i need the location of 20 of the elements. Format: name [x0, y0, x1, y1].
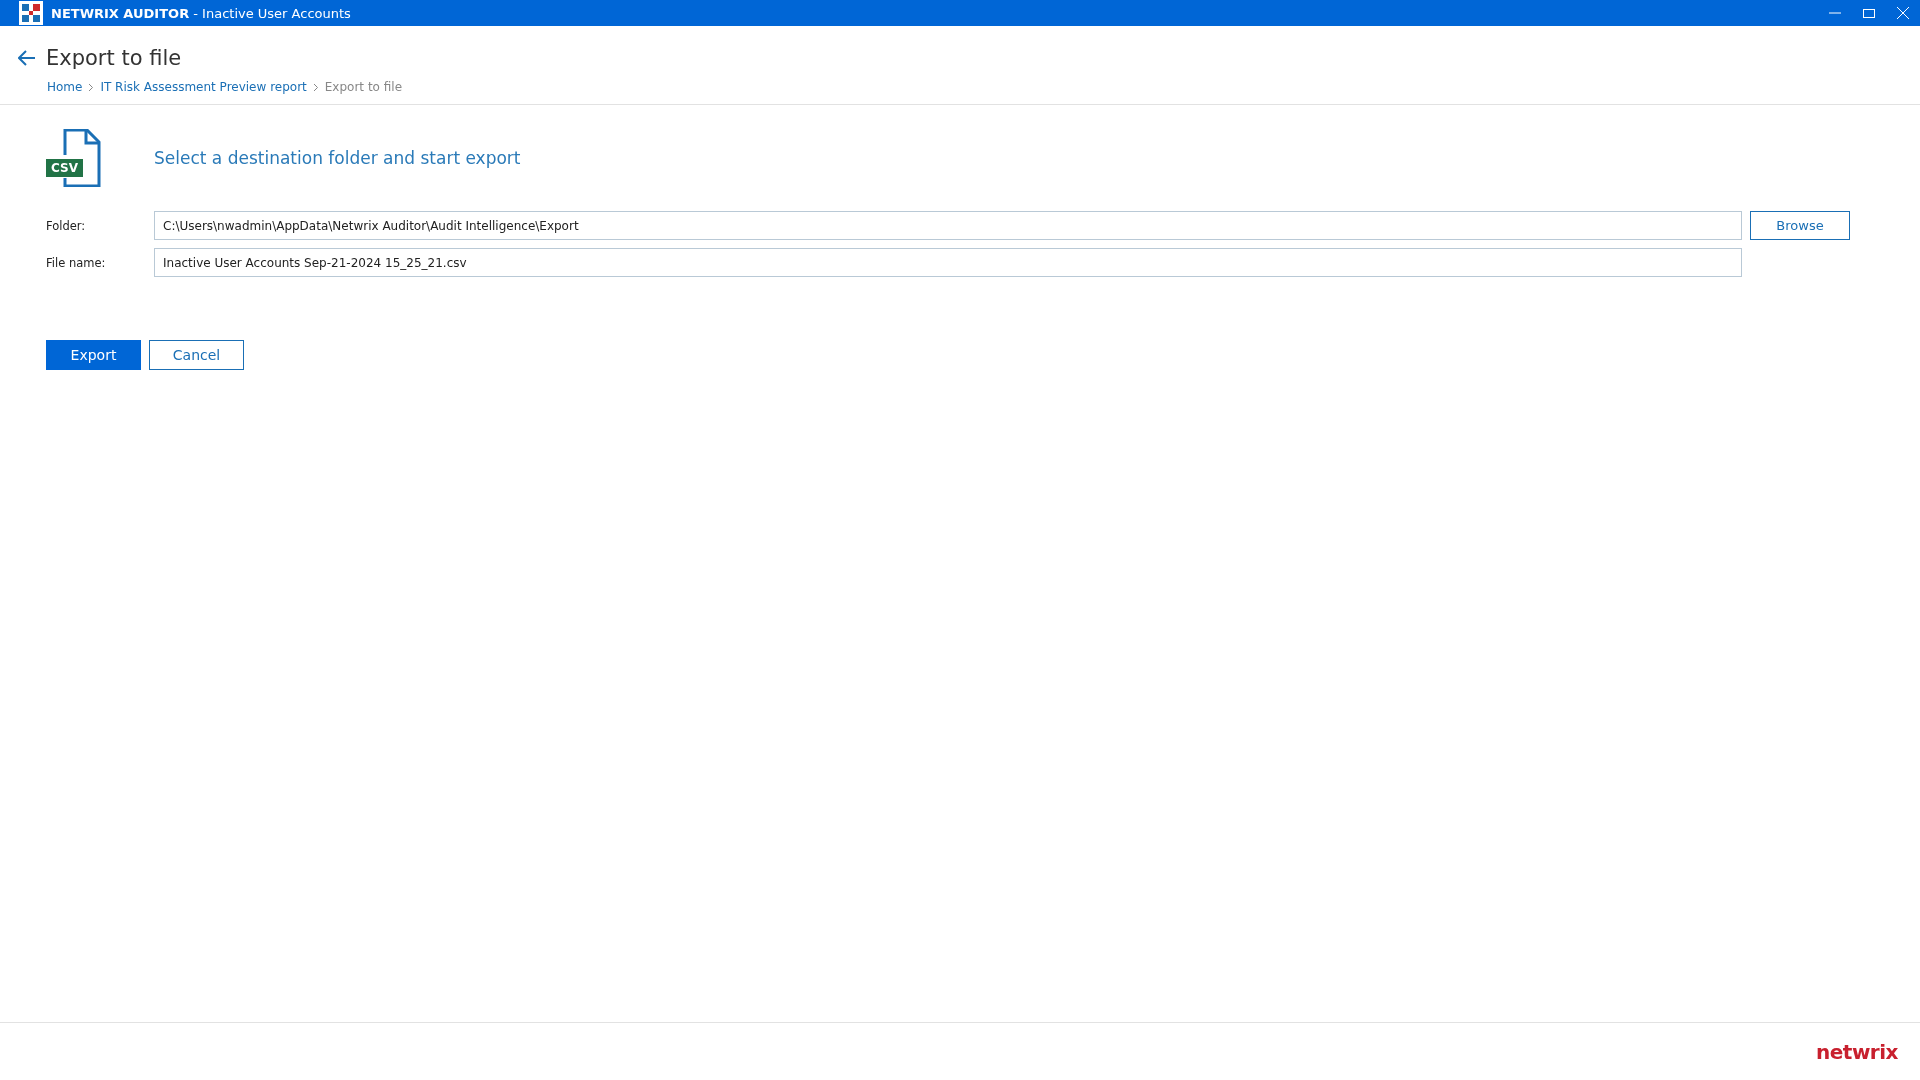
text-field[interactable]: C:\Users\nwadmin\AppData\Netwrix Auditor\Audit Intelligence\Export	[154, 211, 1742, 240]
chevron-right-icon	[88, 82, 95, 92]
cancel-button[interactable]: Cancel	[149, 340, 244, 370]
close-icon[interactable]	[1897, 7, 1909, 19]
field-label: Folder:	[46, 218, 87, 233]
window-title: NETWRIX AUDITOR - Inactive User Accounts	[51, 5, 351, 21]
chevron-right-icon	[312, 82, 319, 92]
field-label: File name:	[46, 255, 107, 270]
app-logo-icon	[19, 1, 43, 25]
breadcrumb-link[interactable]: IT Risk Assessment Preview report	[100, 80, 307, 94]
maximize-icon[interactable]	[1863, 7, 1875, 19]
section-heading: Select a destination folder and start export	[154, 148, 521, 168]
breadcrumb-link[interactable]: Home	[47, 80, 83, 94]
export-button[interactable]: Export	[46, 340, 141, 370]
page-title: Export to file	[46, 46, 182, 70]
browse-button[interactable]: Browse	[1750, 211, 1850, 240]
brand-logo: netwrix	[1816, 1039, 1898, 1064]
breadcrumb-current: Export to file	[324, 80, 402, 94]
text-field[interactable]: Inactive User Accounts Sep-21-2024 15_25_21.csv	[154, 248, 1742, 277]
back-button[interactable]	[18, 50, 36, 66]
